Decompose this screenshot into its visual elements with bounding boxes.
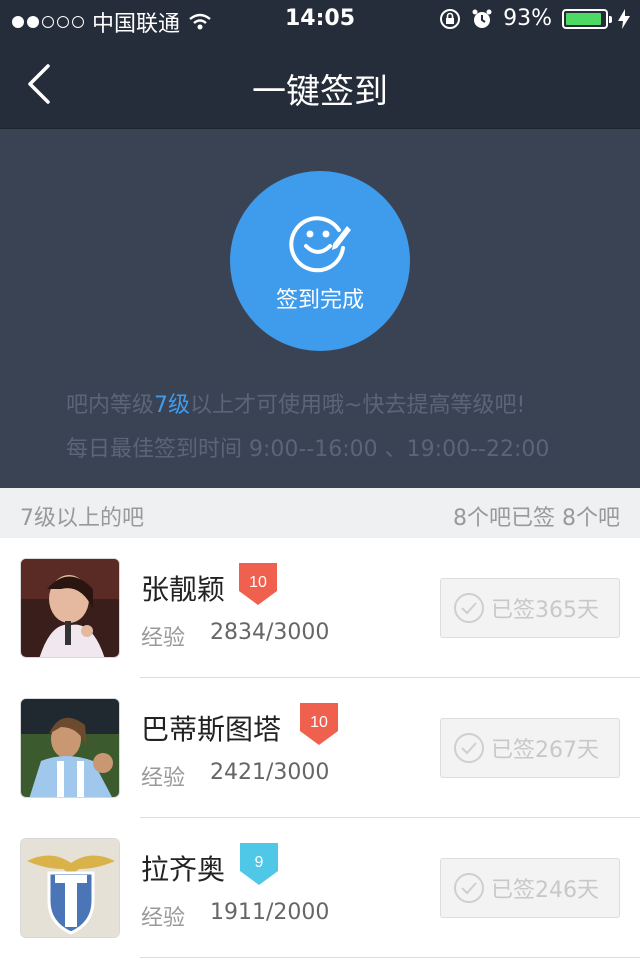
experience-label: 经验 <box>141 906 186 931</box>
forum-name: 张靓颖 <box>141 573 226 606</box>
level-hint-suffix: 以上才可使用哦~快去提高等级吧! <box>190 393 526 418</box>
signed-days-button[interactable]: 已签246天 <box>440 858 620 918</box>
level-badge-icon: 10 <box>239 563 277 605</box>
sign-in-panel: 签到完成 吧内等级7级以上才可使用哦~快去提高等级吧! 每日最佳签到时间 9:0… <box>0 128 640 488</box>
battery-percent: 93% <box>503 6 552 31</box>
list-item[interactable]: 巴蒂斯图塔 10 经验 2421/3000 已签267天 <box>0 678 640 818</box>
section-title: 7级以上的吧 <box>20 506 144 531</box>
sign-in-status: 签到完成 <box>275 288 364 313</box>
avatar <box>20 698 120 798</box>
signed-days-label: 已签267天 <box>491 738 599 763</box>
experience-value: 2834/3000 <box>210 620 330 645</box>
signed-days-label: 已签365天 <box>491 598 599 623</box>
alarm-icon <box>472 9 492 28</box>
level-hint-level: 7级 <box>154 393 191 418</box>
top-bar: 中国联通 14:05 93% 一键签到 <box>0 0 640 128</box>
level-hint-prefix: 吧内等级 <box>66 393 155 418</box>
battery-icon <box>562 8 612 29</box>
signed-days-button[interactable]: 已签365天 <box>440 578 620 638</box>
avatar <box>20 558 120 658</box>
section-header: 7级以上的吧 8个吧已签 8个吧 <box>0 488 640 538</box>
check-circle-icon <box>454 733 484 763</box>
level-number: 10 <box>249 574 267 591</box>
sign-in-button[interactable]: 签到完成 <box>230 171 410 351</box>
list-item[interactable]: 拉齐奥 9 经验 1911/2000 已签246天 <box>0 818 640 958</box>
level-number: 9 <box>255 854 264 871</box>
nav-bar: 一键签到 <box>0 40 640 128</box>
forum-list: 张靓颖 10 经验 2834/3000 已签365天 巴蒂斯图塔 10 经验 2… <box>0 538 640 958</box>
list-item[interactable]: 张靓颖 10 经验 2834/3000 已签365天 <box>0 538 640 678</box>
experience-value: 1911/2000 <box>210 900 330 925</box>
experience-label: 经验 <box>141 626 186 651</box>
page-title: 一键签到 <box>252 72 388 112</box>
check-circle-icon <box>454 593 484 623</box>
signed-days-label: 已签246天 <box>491 878 599 903</box>
rotation-lock-icon <box>440 8 461 29</box>
charging-bolt-icon <box>618 8 630 29</box>
best-time-hint: 每日最佳签到时间 9:00--16:00 、19:00--22:00 <box>66 437 550 462</box>
smiley-pen-icon <box>289 216 351 273</box>
forum-name: 拉齐奥 <box>141 853 226 886</box>
level-badge-icon: 10 <box>300 703 338 745</box>
avatar <box>20 838 120 938</box>
level-badge-icon: 9 <box>240 843 278 885</box>
status-bar: 中国联通 14:05 93% <box>0 0 640 40</box>
experience-label: 经验 <box>141 766 186 791</box>
level-number: 10 <box>310 714 328 731</box>
experience-value: 2421/3000 <box>210 760 330 785</box>
status-right: 93% <box>439 6 630 31</box>
forum-name: 巴蒂斯图塔 <box>141 713 282 746</box>
signed-days-button[interactable]: 已签267天 <box>440 718 620 778</box>
check-circle-icon <box>454 873 484 903</box>
level-hint: 吧内等级7级以上才可使用哦~快去提高等级吧! <box>66 387 525 419</box>
section-count: 8个吧已签 8个吧 <box>453 506 620 531</box>
divider <box>140 957 640 958</box>
